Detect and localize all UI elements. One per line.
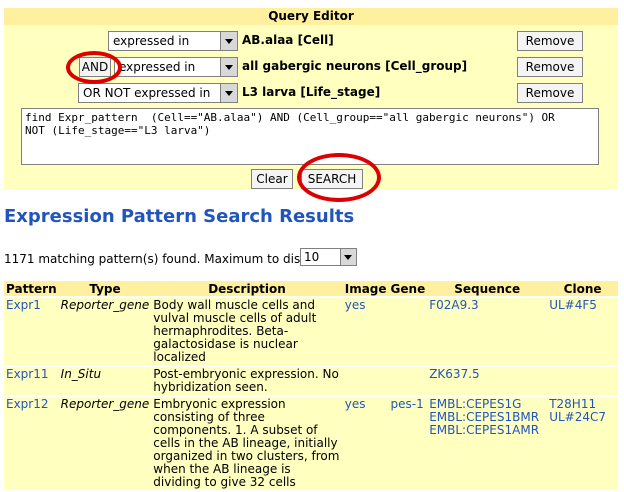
gene-link[interactable]	[388, 367, 428, 395]
clone-link[interactable]: UL#4F5	[549, 299, 616, 312]
highlight-circle-and	[66, 51, 122, 84]
highlight-circle-search	[297, 153, 381, 202]
query-textarea[interactable]: find Expr_pattern (Cell=="AB.alaa") AND …	[21, 108, 599, 165]
chevron-down-icon	[220, 84, 237, 102]
results-table: Pattern Type Description Image Gene Sequ…	[4, 279, 618, 492]
sequence-link[interactable]: F02A9.3	[429, 299, 545, 312]
results-summary: 1171 matching pattern(s) found. Maximum …	[4, 252, 329, 266]
chevron-down-icon	[220, 58, 237, 76]
max-display-select[interactable]: 10	[300, 248, 357, 266]
clear-button[interactable]: Clear	[251, 169, 293, 189]
chevron-down-icon	[340, 249, 356, 265]
query-row-1: expressed in AB.alaa [Cell] Remove	[4, 30, 618, 52]
table-row: Expr12 Reporter_gene Embryonic expressio…	[4, 397, 618, 490]
condition-select-3-value: OR NOT expressed in	[83, 86, 211, 100]
clone-cell	[547, 367, 618, 395]
sequence-cell: ZK637.5	[427, 367, 548, 395]
description-cell: Body wall muscle cells and vulval muscle…	[151, 298, 343, 365]
clone-cell: UL#4F5	[547, 298, 618, 365]
query-target-2: all gabergic neurons [Cell_group]	[242, 59, 468, 73]
chevron-down-icon	[220, 32, 237, 50]
query-target-3: L3 larva [Life_stage]	[242, 85, 381, 99]
clone-cell: T28H11 UL#24C7	[547, 397, 618, 490]
pattern-link[interactable]: Expr12	[4, 397, 59, 490]
pattern-link[interactable]: Expr1	[4, 298, 59, 365]
image-link[interactable]	[342, 367, 389, 395]
type-cell: Reporter_gene	[58, 397, 152, 490]
col-header-pattern: Pattern	[4, 281, 59, 296]
remove-button-3[interactable]: Remove	[517, 83, 583, 103]
description-cell: Embryonic expression consisting of three…	[151, 397, 343, 490]
query-editor-title: Query Editor	[4, 8, 618, 25]
type-cell: Reporter_gene	[58, 298, 152, 365]
col-header-gene: Gene	[388, 281, 428, 296]
gene-link[interactable]	[388, 298, 428, 365]
sequence-link[interactable]: ZK637.5	[429, 368, 545, 381]
table-row: Expr11 In_Situ Post-embryonic expression…	[4, 367, 618, 395]
remove-button-1[interactable]: Remove	[517, 31, 583, 51]
gene-link[interactable]: pes-1	[388, 397, 428, 490]
condition-select-2-value: expressed in	[119, 60, 196, 74]
sequence-cell: EMBL:CEPES1G EMBL:CEPES1BMR EMBL:CEPES1A…	[427, 397, 548, 490]
table-header-row: Pattern Type Description Image Gene Sequ…	[4, 281, 618, 296]
col-header-type: Type	[58, 281, 152, 296]
sequence-cell: F02A9.3	[427, 298, 548, 365]
type-cell: In_Situ	[58, 367, 152, 395]
query-target-1: AB.alaa [Cell]	[242, 33, 334, 47]
description-cell: Post-embryonic expression. No hybridizat…	[151, 367, 343, 395]
table-row: Expr1 Reporter_gene Body wall muscle cel…	[4, 298, 618, 365]
results-title: Expression Pattern Search Results	[4, 206, 355, 227]
image-link[interactable]: yes	[342, 298, 389, 365]
col-header-clone: Clone	[547, 281, 618, 296]
image-link[interactable]: yes	[342, 397, 389, 490]
clone-link[interactable]: UL#24C7	[549, 411, 616, 424]
remove-button-2[interactable]: Remove	[517, 57, 583, 77]
col-header-sequence: Sequence	[427, 281, 548, 296]
query-row-3: OR NOT expressed in L3 larva [Life_stage…	[4, 82, 618, 104]
col-header-image: Image	[342, 281, 389, 296]
condition-select-1[interactable]: expressed in	[108, 31, 238, 51]
condition-select-2[interactable]: expressed in	[114, 57, 238, 77]
pattern-link[interactable]: Expr11	[4, 367, 59, 395]
col-header-description: Description	[151, 281, 343, 296]
condition-select-3[interactable]: OR NOT expressed in	[78, 83, 238, 103]
query-editor-panel: Query Editor expressed in AB.alaa [Cell]…	[4, 8, 618, 202]
max-display-value: 10	[304, 250, 320, 264]
condition-select-1-value: expressed in	[113, 34, 190, 48]
sequence-link[interactable]: EMBL:CEPES1AMR	[429, 424, 545, 437]
